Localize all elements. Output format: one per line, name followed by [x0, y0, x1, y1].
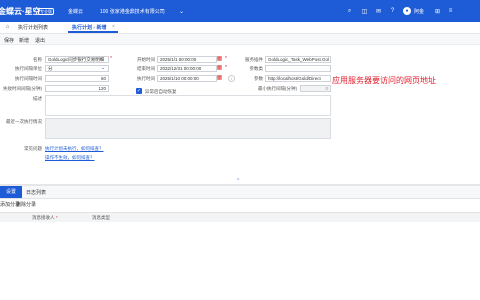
grid-body: [0, 222, 480, 300]
search-icon[interactable]: ⌕: [346, 8, 353, 14]
bottom-tabs: 设置 日志列表: [0, 186, 480, 199]
params-input[interactable]: http://localhost/Gold/Direct: [265, 75, 331, 82]
apps-icon[interactable]: ⊞: [434, 8, 441, 15]
exec-time-label: 执行时间: [137, 76, 155, 81]
service-plugin-input[interactable]: GoldLogic_Task_WebPost.Gol: [265, 56, 331, 63]
exit-button[interactable]: 退出: [35, 37, 45, 44]
tab-log-list[interactable]: 日志列表: [26, 189, 46, 196]
end-time-label: 结束时间: [137, 66, 155, 71]
faq-link-not-executed[interactable]: 执行计划未执行，如何排查？: [45, 146, 104, 152]
close-icon[interactable]: ×: [112, 24, 115, 30]
param-class-label: 参数类: [249, 66, 264, 71]
required-marker: *: [225, 65, 227, 71]
freq-unit-label: 执行间隔单位: [15, 66, 42, 71]
edition-badge: 专业版: [38, 8, 54, 15]
avatar[interactable]: ●: [403, 7, 411, 15]
help-icon[interactable]: ?: [389, 8, 396, 14]
required-marker: *: [56, 215, 58, 220]
min-interval-label: 最小执行间隔(分钟): [258, 86, 297, 91]
timeout-input[interactable]: 120: [45, 85, 109, 92]
chevron-down-icon[interactable]: ⌄: [101, 65, 105, 71]
faq-link-not-effective[interactable]: 操作不生效，如何排查？: [45, 155, 95, 161]
user-name[interactable]: 阿金: [414, 8, 424, 15]
top-bar: 金蝶云·星空 专业版 金蝶云 100 张家港金鼎技术有限公司 ⌄ ⌕ ◫ ✉ ?…: [0, 0, 480, 22]
interval-label: 执行间隔时间: [15, 76, 42, 81]
logo: 金蝶云·星空: [0, 7, 41, 16]
calendar-icon[interactable]: ▦: [216, 75, 223, 82]
description-textarea[interactable]: [45, 95, 331, 116]
name-label: 名称: [33, 57, 42, 62]
freq-unit-select[interactable]: 分: [45, 65, 109, 72]
active-tab-indicator: [68, 31, 118, 33]
annotation-text: 应用服务器要访问的网页地址: [332, 76, 436, 85]
interval-input[interactable]: 60: [45, 75, 109, 82]
param-class-input[interactable]: [265, 65, 331, 72]
calendar-icon[interactable]: ▦: [216, 56, 223, 63]
min-interval-input: 0: [300, 85, 331, 92]
nav-home[interactable]: 金蝶云: [68, 8, 83, 15]
tab-settings[interactable]: 设置: [0, 186, 22, 198]
service-plugin-label: 服务插件: [245, 57, 263, 62]
exec-time-input[interactable]: 2025/1/10 00:00:00: [157, 75, 217, 82]
start-time-label: 开始时间: [137, 57, 155, 62]
last-exec-label: 最近一次执行情况: [6, 119, 42, 124]
end-time-input[interactable]: 2032/12/31 00:00:00: [157, 65, 217, 72]
faq-label: 常见问题: [24, 146, 42, 151]
description-label: 描述: [33, 96, 42, 101]
tab-plan-list[interactable]: 执行计划列表: [18, 24, 48, 31]
col-receiver[interactable]: 消息接收人: [32, 215, 55, 221]
col-message-type[interactable]: 消息类型: [92, 215, 110, 221]
info-icon[interactable]: i: [228, 75, 235, 82]
notification-icon[interactable]: ◫: [361, 8, 368, 15]
menu-icon[interactable]: ≡: [447, 8, 454, 14]
timeout-label: 失败时间间隔(分钟): [3, 86, 42, 91]
toolbar: 保存 新增 退出: [0, 34, 480, 45]
calendar-icon[interactable]: ▦: [216, 65, 223, 72]
required-marker: *: [110, 56, 112, 62]
new-button[interactable]: 新增: [19, 37, 29, 44]
auto-restore-label: 异常后自动恢复: [145, 89, 177, 94]
start-time-input[interactable]: 2025/1/1 00:00:00: [157, 56, 217, 63]
last-exec-textarea: [45, 118, 331, 139]
delete-row-button[interactable]: 删除分录: [16, 201, 36, 208]
name-input[interactable]: GoldLogic同步银行交易明细: [45, 56, 109, 63]
save-button[interactable]: 保存: [4, 37, 14, 44]
params-label: 参数: [254, 76, 263, 81]
message-icon[interactable]: ✉: [375, 8, 382, 15]
required-marker: *: [225, 56, 227, 62]
auto-restore-checkbox[interactable]: ✓: [136, 88, 142, 94]
tab-plan-new[interactable]: 执行计划 - 新增: [72, 24, 106, 31]
chevron-down-icon[interactable]: ⌄: [178, 8, 185, 15]
org-selector[interactable]: 100 张家港金鼎技术有限公司: [100, 8, 165, 15]
home-icon[interactable]: ⌂: [4, 24, 11, 30]
